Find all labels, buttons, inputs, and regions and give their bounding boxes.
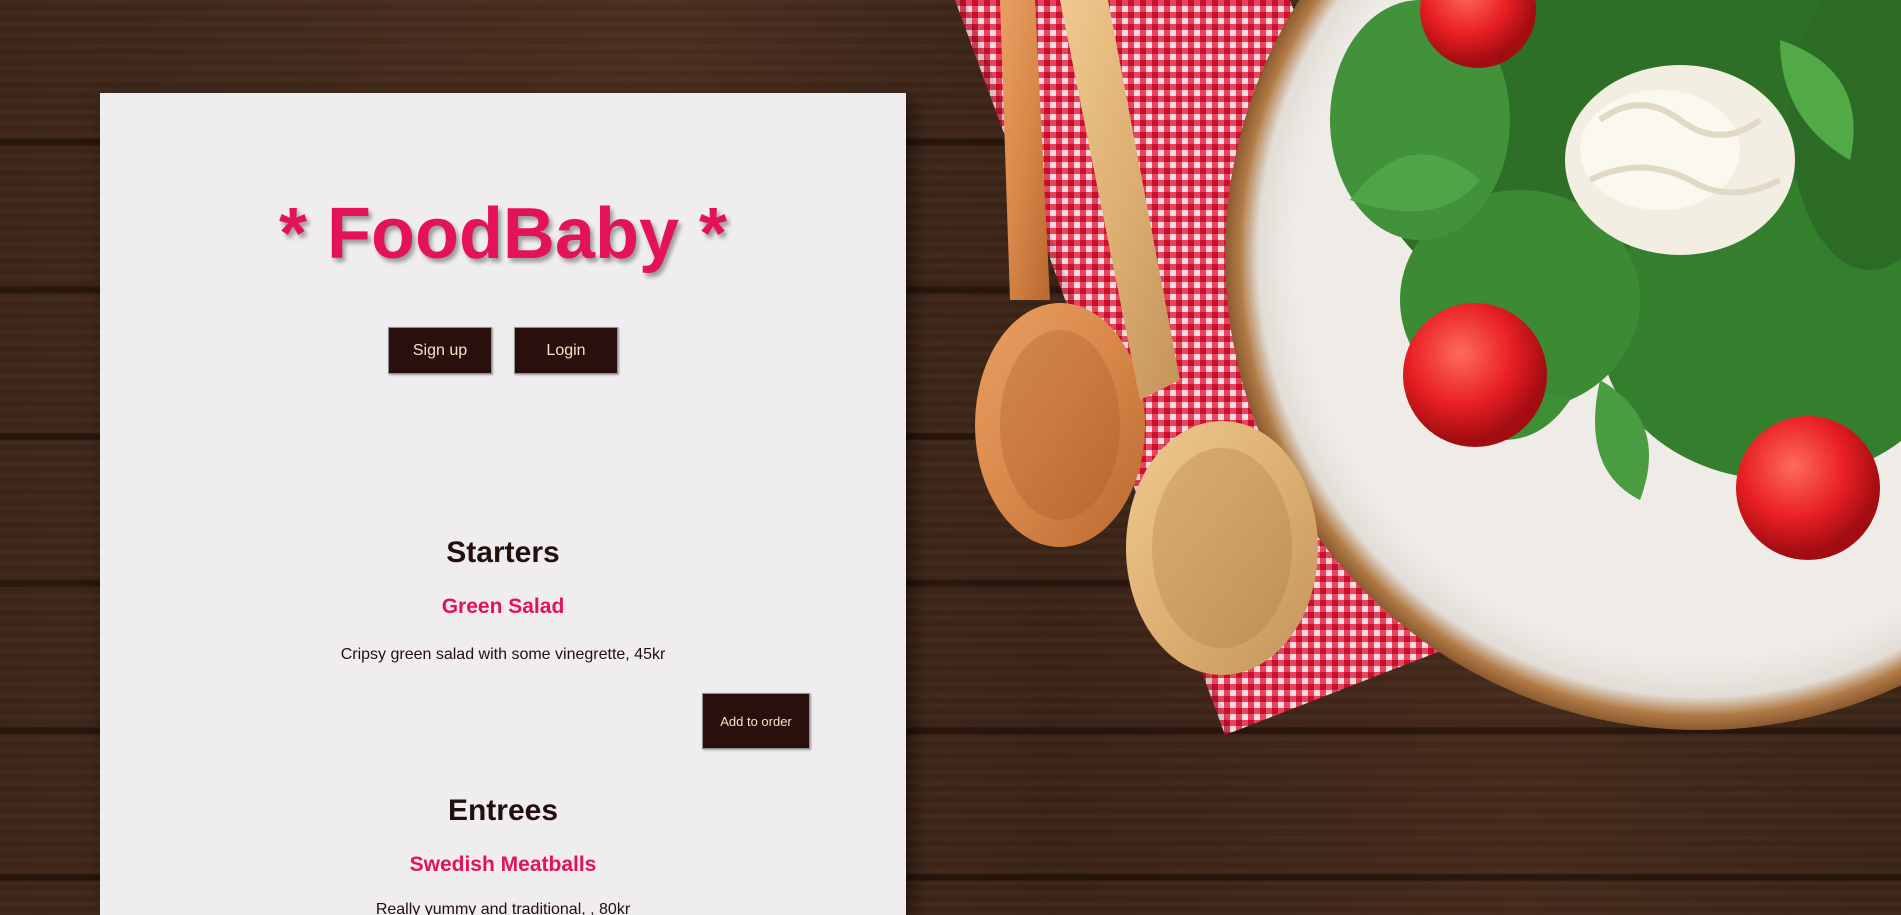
dish-description-green-salad: Cripsy green salad with some vinegrette,… [340, 646, 666, 663]
auth-buttons: Sign up Login [100, 327, 906, 374]
content-panel: * FoodBaby * Sign up Login Starters Gree… [100, 93, 906, 915]
dish-description-swedish-meatballs: Really yummy and traditional, , 80kr [375, 901, 631, 915]
dish-name-green-salad: Green Salad [441, 595, 565, 618]
login-button[interactable]: Login [514, 327, 618, 374]
section-heading-starters: Starters [446, 536, 560, 569]
signup-button[interactable]: Sign up [388, 327, 492, 374]
tomato [1403, 303, 1547, 447]
add-to-order-button[interactable]: Add to order [702, 693, 810, 749]
site-title: * FoodBaby * [278, 194, 728, 274]
dish-name-swedish-meatballs: Swedish Meatballs [409, 853, 597, 876]
tomato [1736, 416, 1880, 560]
section-heading-entrees: Entrees [447, 794, 559, 827]
